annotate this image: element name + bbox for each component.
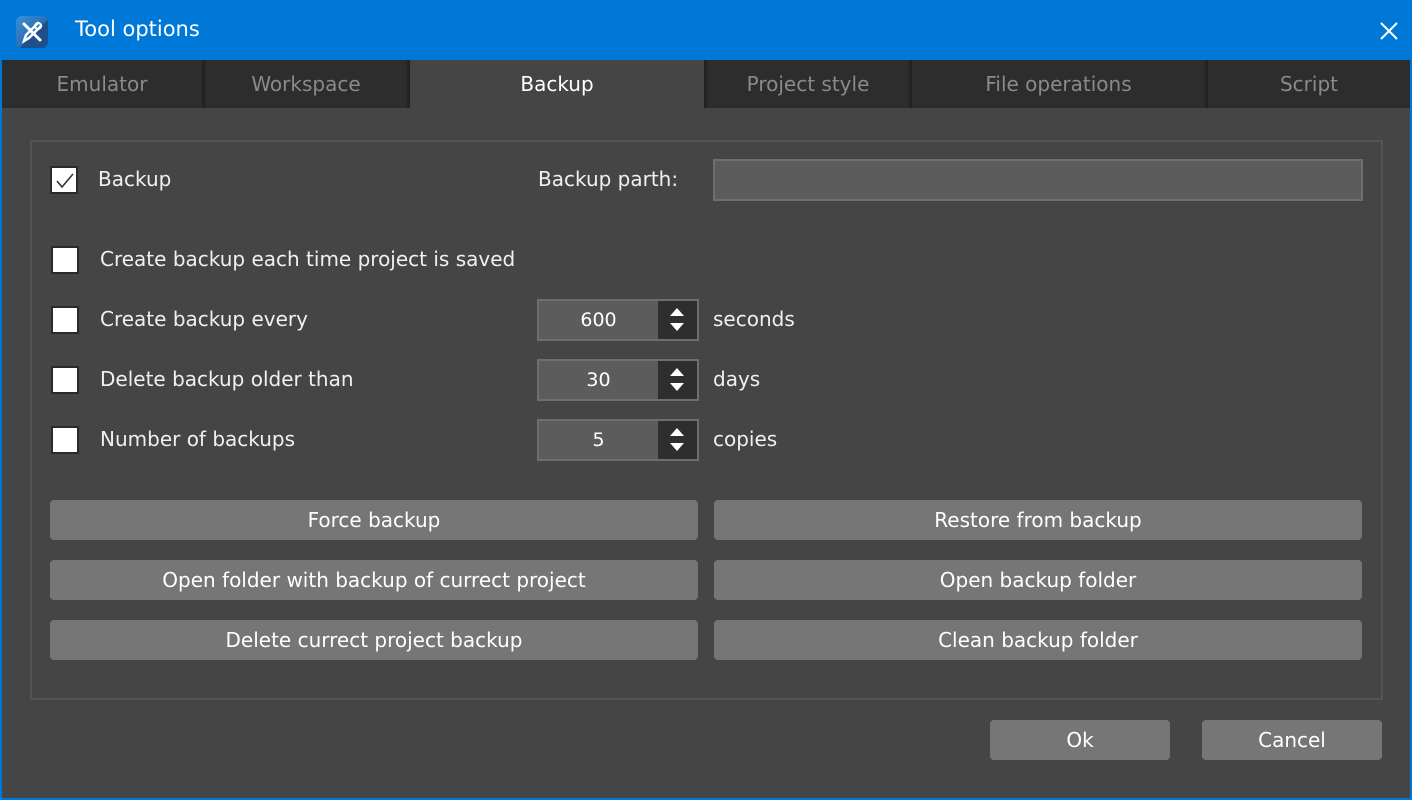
tab-emulator[interactable]: Emulator [2, 60, 205, 108]
cancel-button[interactable]: Cancel [1202, 720, 1382, 760]
arrow-up-icon[interactable] [670, 368, 684, 376]
arrow-down-icon[interactable] [670, 323, 684, 331]
backup-interval-checkbox[interactable] [51, 306, 79, 334]
tab-bar: Emulator Workspace Backup Project style … [2, 60, 1410, 108]
title-bar: Tool options [0, 0, 1412, 60]
dialog-body: Emulator Workspace Backup Project style … [2, 60, 1410, 798]
delete-old-backups-spinbox[interactable]: 30 [537, 359, 699, 401]
backup-path-label: Backup parth: [538, 167, 679, 191]
backup-enable-checkbox[interactable] [50, 166, 78, 194]
number-of-backups-checkbox[interactable] [51, 426, 79, 454]
arrow-down-icon[interactable] [670, 383, 684, 391]
arrow-up-icon[interactable] [670, 428, 684, 436]
tab-backup[interactable]: Backup [410, 60, 707, 108]
backup-enable-label: Backup [98, 167, 172, 191]
tab-project-style[interactable]: Project style [707, 60, 912, 108]
arrow-up-icon[interactable] [670, 308, 684, 316]
window-title: Tool options [75, 17, 200, 41]
clean-backup-folder-button[interactable]: Clean backup folder [714, 620, 1362, 660]
open-project-backup-folder-button[interactable]: Open folder with backup of currect proje… [50, 560, 698, 600]
backup-on-save-checkbox[interactable] [51, 246, 79, 274]
backup-interval-label: Create backup every [100, 307, 308, 331]
tab-file-operations[interactable]: File operations [912, 60, 1208, 108]
ok-button[interactable]: Ok [990, 720, 1170, 760]
number-of-backups-spinbox[interactable]: 5 [537, 419, 699, 461]
number-of-backups-unit: copies [713, 427, 778, 451]
delete-old-backups-checkbox[interactable] [51, 366, 79, 394]
restore-from-backup-button[interactable]: Restore from backup [714, 500, 1362, 540]
tools-icon [16, 16, 48, 48]
spin-buttons[interactable] [658, 361, 697, 399]
arrow-down-icon[interactable] [670, 443, 684, 451]
backup-on-save-label: Create backup each time project is saved [100, 247, 516, 271]
backup-interval-spinbox[interactable]: 600 [537, 299, 699, 341]
checkmark-icon [56, 173, 74, 189]
delete-old-backups-value[interactable]: 30 [539, 361, 658, 399]
close-button[interactable] [1372, 14, 1406, 48]
close-icon [1380, 22, 1398, 40]
spin-buttons[interactable] [658, 301, 697, 339]
spin-buttons[interactable] [658, 421, 697, 459]
delete-project-backup-button[interactable]: Delete currect project backup [50, 620, 698, 660]
tool-options-dialog: Tool options Emulator Workspace Backup P… [0, 0, 1412, 800]
backup-settings-group [30, 140, 1383, 700]
open-backup-folder-button[interactable]: Open backup folder [714, 560, 1362, 600]
tab-script[interactable]: Script [1208, 60, 1410, 108]
backup-interval-value[interactable]: 600 [539, 301, 658, 339]
tab-workspace[interactable]: Workspace [205, 60, 410, 108]
delete-old-backups-unit: days [713, 367, 761, 391]
force-backup-button[interactable]: Force backup [50, 500, 698, 540]
number-of-backups-label: Number of backups [100, 427, 296, 451]
backup-interval-unit: seconds [713, 307, 795, 331]
delete-old-backups-label: Delete backup older than [100, 367, 354, 391]
number-of-backups-value[interactable]: 5 [539, 421, 658, 459]
backup-path-input[interactable] [713, 159, 1363, 201]
